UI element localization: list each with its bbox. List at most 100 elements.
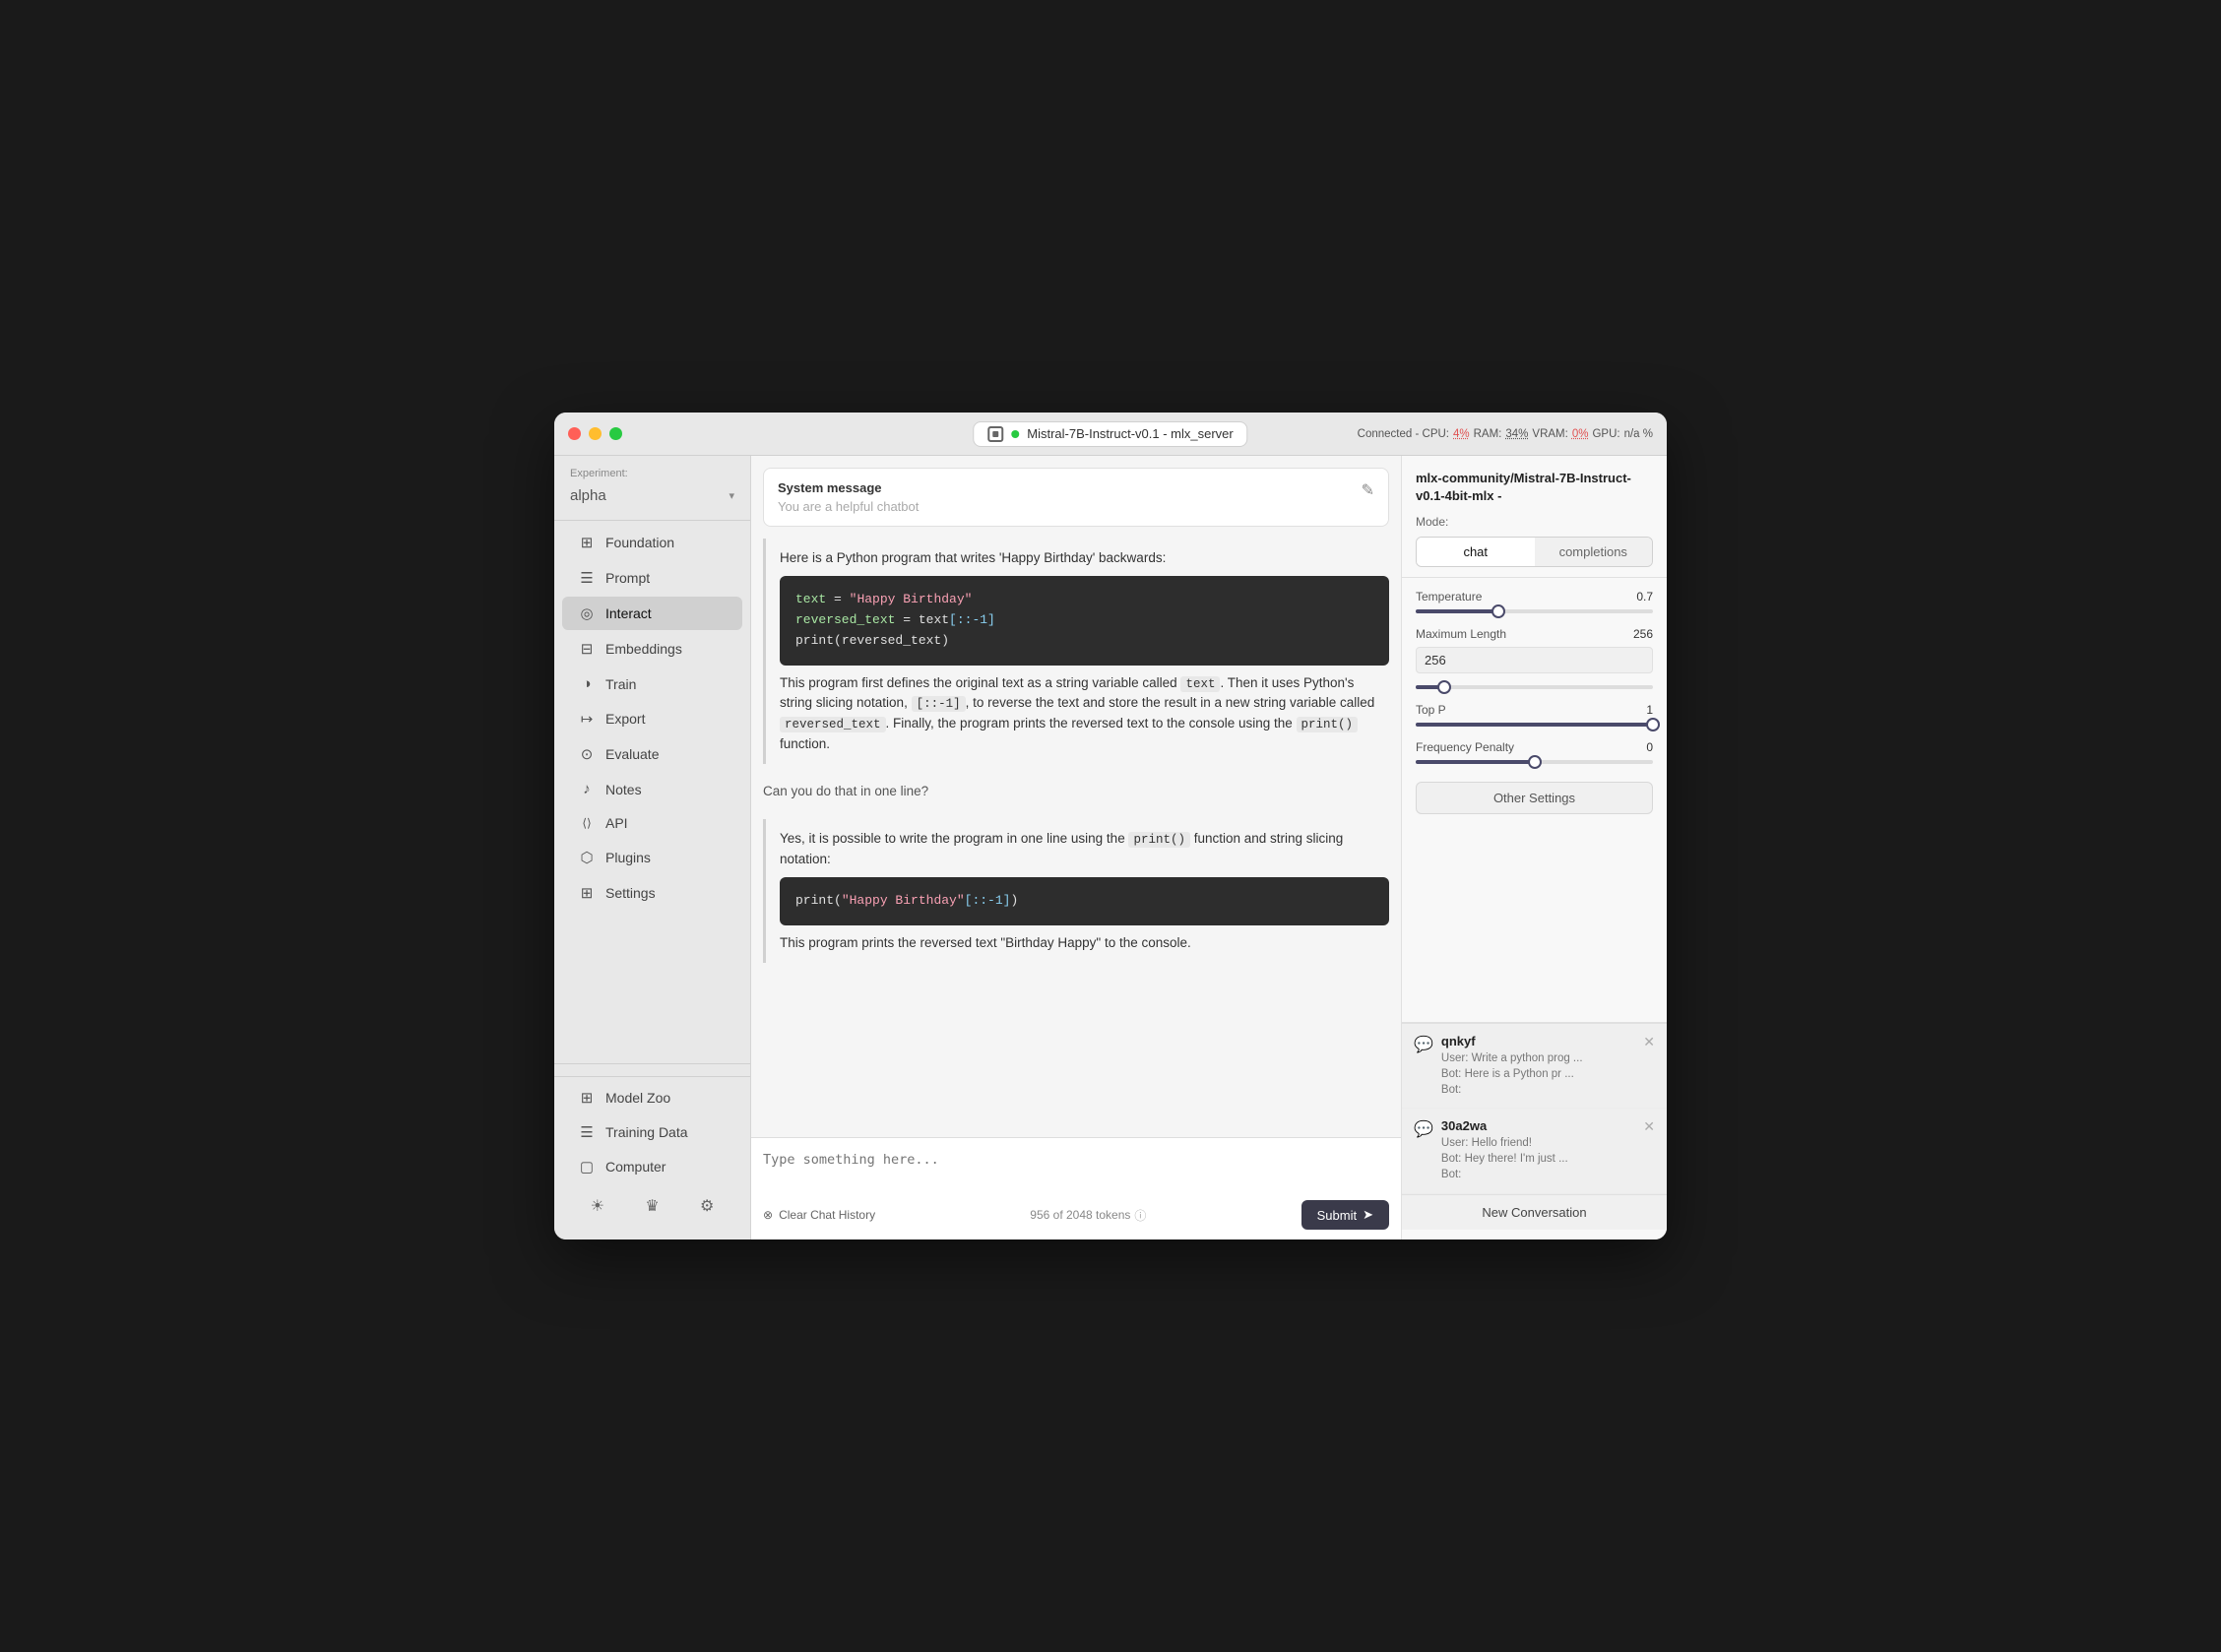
sidebar-item-label: Train <box>605 676 636 692</box>
frequency-penalty-slider[interactable] <box>1416 760 1653 764</box>
experiment-selector[interactable]: alpha ▾ <box>554 483 750 516</box>
status-bar: Connected - CPU: 4% RAM: 34% VRAM: 0% GP… <box>1358 428 1653 440</box>
edit-icon[interactable]: ✎ <box>1362 480 1374 500</box>
vram-value: 0% <box>1572 428 1589 440</box>
submit-button[interactable]: Submit ➤ <box>1301 1200 1389 1230</box>
bot-message-after-text: This program first defines the original … <box>780 673 1389 755</box>
sidebar-item-label: Foundation <box>605 535 674 550</box>
top-p-param: Top P 1 <box>1416 703 1653 727</box>
sidebar-item-embeddings[interactable]: ⊟ Embeddings <box>562 632 742 666</box>
traffic-lights <box>568 427 622 440</box>
sidebar-divider-2 <box>554 1076 750 1077</box>
minimize-button[interactable] <box>589 427 602 440</box>
model-info-section: mlx-community/Mistral-7B-Instruct-v0.1-4… <box>1402 456 1667 578</box>
max-length-label-row: Maximum Length 256 <box>1416 627 1653 641</box>
mode-label: Mode: <box>1416 515 1653 529</box>
chat-area: System message You are a helpful chatbot… <box>751 456 1401 1239</box>
notes-icon: ♪ <box>578 781 596 797</box>
system-message-placeholder: You are a helpful chatbot <box>778 499 919 514</box>
conv-preview-user-2: User: Hello friend! <box>1441 1135 1635 1151</box>
chat-bubble-icon: 💬 <box>1414 1035 1433 1054</box>
temperature-label-row: Temperature 0.7 <box>1416 590 1653 604</box>
temperature-label: Temperature <box>1416 590 1482 604</box>
conversation-item-30a2wa[interactable]: 💬 30a2wa User: Hello friend! Bot: Hey th… <box>1402 1109 1667 1193</box>
top-p-label: Top P <box>1416 703 1446 717</box>
conversation-item-qnkyf[interactable]: 💬 qnkyf User: Write a python prog ... Bo… <box>1402 1024 1667 1109</box>
maximize-button[interactable] <box>609 427 622 440</box>
system-message-box: System message You are a helpful chatbot… <box>763 468 1389 527</box>
cpu-value: 4% <box>1453 428 1470 440</box>
clear-icon: ⊗ <box>763 1208 773 1222</box>
sidebar-item-label: Interact <box>605 605 652 621</box>
sidebar-item-api[interactable]: ⟨⟩ API <box>562 807 742 839</box>
model-name: mlx-community/Mistral-7B-Instruct-v0.1-4… <box>1416 470 1653 505</box>
sidebar-item-training-data[interactable]: ☰ Training Data <box>562 1115 742 1149</box>
temperature-slider[interactable] <box>1416 609 1653 613</box>
mode-chat-button[interactable]: chat <box>1417 538 1535 566</box>
bot-message-text: Here is a Python program that writes 'Ha… <box>780 548 1389 568</box>
info-icon: ⓘ <box>1134 1207 1146 1224</box>
sidebar-item-notes[interactable]: ♪ Notes <box>562 773 742 805</box>
evaluate-icon: ⊙ <box>578 745 596 763</box>
chat-input[interactable] <box>763 1148 1389 1187</box>
top-p-slider[interactable] <box>1416 723 1653 727</box>
layers-icon: ⊞ <box>578 534 596 551</box>
ram-value: 34% <box>1505 428 1528 440</box>
plugins-icon: ⬡ <box>578 849 596 866</box>
sidebar-item-label: Prompt <box>605 570 650 586</box>
sidebar-item-label: Model Zoo <box>605 1090 670 1106</box>
sidebar-item-train[interactable]: ◑ Train <box>562 667 742 700</box>
sidebar-item-label: Embeddings <box>605 641 682 657</box>
conv-content-2: 30a2wa User: Hello friend! Bot: Hey ther… <box>1441 1118 1635 1182</box>
delete-conv-icon-2[interactable]: ✕ <box>1643 1118 1655 1135</box>
sidebar-item-interact[interactable]: ◎ Interact <box>562 597 742 630</box>
sidebar-item-label: Computer <box>605 1159 666 1175</box>
experiment-label: Experiment: <box>554 468 750 483</box>
sun-icon[interactable]: ☀ <box>584 1192 611 1220</box>
training-data-icon: ☰ <box>578 1123 596 1141</box>
sidebar-item-label: Notes <box>605 782 642 797</box>
mode-buttons: chat completions <box>1416 537 1653 567</box>
sidebar-item-settings[interactable]: ⊞ Settings <box>562 876 742 910</box>
sidebar-item-prompt[interactable]: ☰ Prompt <box>562 561 742 595</box>
frequency-penalty-param: Frequency Penalty 0 <box>1416 740 1653 764</box>
connection-status: Connected - CPU: <box>1358 428 1449 440</box>
sidebar-item-export[interactable]: ↦ Export <box>562 702 742 735</box>
submit-label: Submit <box>1317 1208 1357 1223</box>
delete-conv-icon[interactable]: ✕ <box>1643 1034 1655 1050</box>
close-button[interactable] <box>568 427 581 440</box>
mode-completions-button[interactable]: completions <box>1535 538 1653 566</box>
sidebar-item-foundation[interactable]: ⊞ Foundation <box>562 526 742 559</box>
sidebar-item-model-zoo[interactable]: ⊞ Model Zoo <box>562 1081 742 1114</box>
chat-messages: Here is a Python program that writes 'Ha… <box>751 539 1401 1137</box>
chat-input-area: ⊗ Clear Chat History 956 of 2048 tokens … <box>751 1137 1401 1239</box>
trophy-icon[interactable]: ♛ <box>638 1192 666 1220</box>
sidebar-item-computer[interactable]: ▢ Computer <box>562 1150 742 1183</box>
list-icon: ☰ <box>578 569 596 587</box>
right-panel: mlx-community/Mistral-7B-Instruct-v0.1-4… <box>1401 456 1667 1239</box>
frequency-penalty-label-row: Frequency Penalty 0 <box>1416 740 1653 754</box>
settings-icon: ⊞ <box>578 884 596 902</box>
stop-icon[interactable] <box>987 426 1003 442</box>
titlebar: Mistral-7B-Instruct-v0.1 - mlx_server Co… <box>554 413 1667 456</box>
conv-title-2: 30a2wa <box>1441 1118 1635 1133</box>
sidebar-item-evaluate[interactable]: ⊙ Evaluate <box>562 737 742 771</box>
clear-chat-button[interactable]: ⊗ Clear Chat History <box>763 1208 875 1222</box>
conv-preview-bot1-2: Bot: Hey there! I'm just ... <box>1441 1151 1635 1167</box>
new-conversation-button[interactable]: New Conversation <box>1402 1194 1667 1230</box>
sidebar-item-label: Training Data <box>605 1124 688 1140</box>
code-block-1: text = "Happy Birthday" reversed_text = … <box>780 576 1389 665</box>
sidebar-item-plugins[interactable]: ⬡ Plugins <box>562 841 742 874</box>
sidebar-item-label: Evaluate <box>605 746 659 762</box>
other-settings-button[interactable]: Other Settings <box>1416 782 1653 814</box>
params-section: Temperature 0.7 Maximum Length 256 <box>1402 578 1667 1023</box>
max-length-slider[interactable] <box>1416 685 1653 689</box>
frequency-penalty-label: Frequency Penalty <box>1416 740 1514 754</box>
max-length-input[interactable] <box>1416 647 1653 673</box>
gear-icon[interactable]: ⚙ <box>693 1192 721 1220</box>
conv-preview-bot2: Bot: <box>1441 1082 1635 1098</box>
conv-title: qnkyf <box>1441 1034 1635 1048</box>
system-message-label: System message <box>778 480 919 495</box>
sidebar-item-label: API <box>605 815 628 831</box>
vram-label: VRAM: <box>1532 428 1567 440</box>
